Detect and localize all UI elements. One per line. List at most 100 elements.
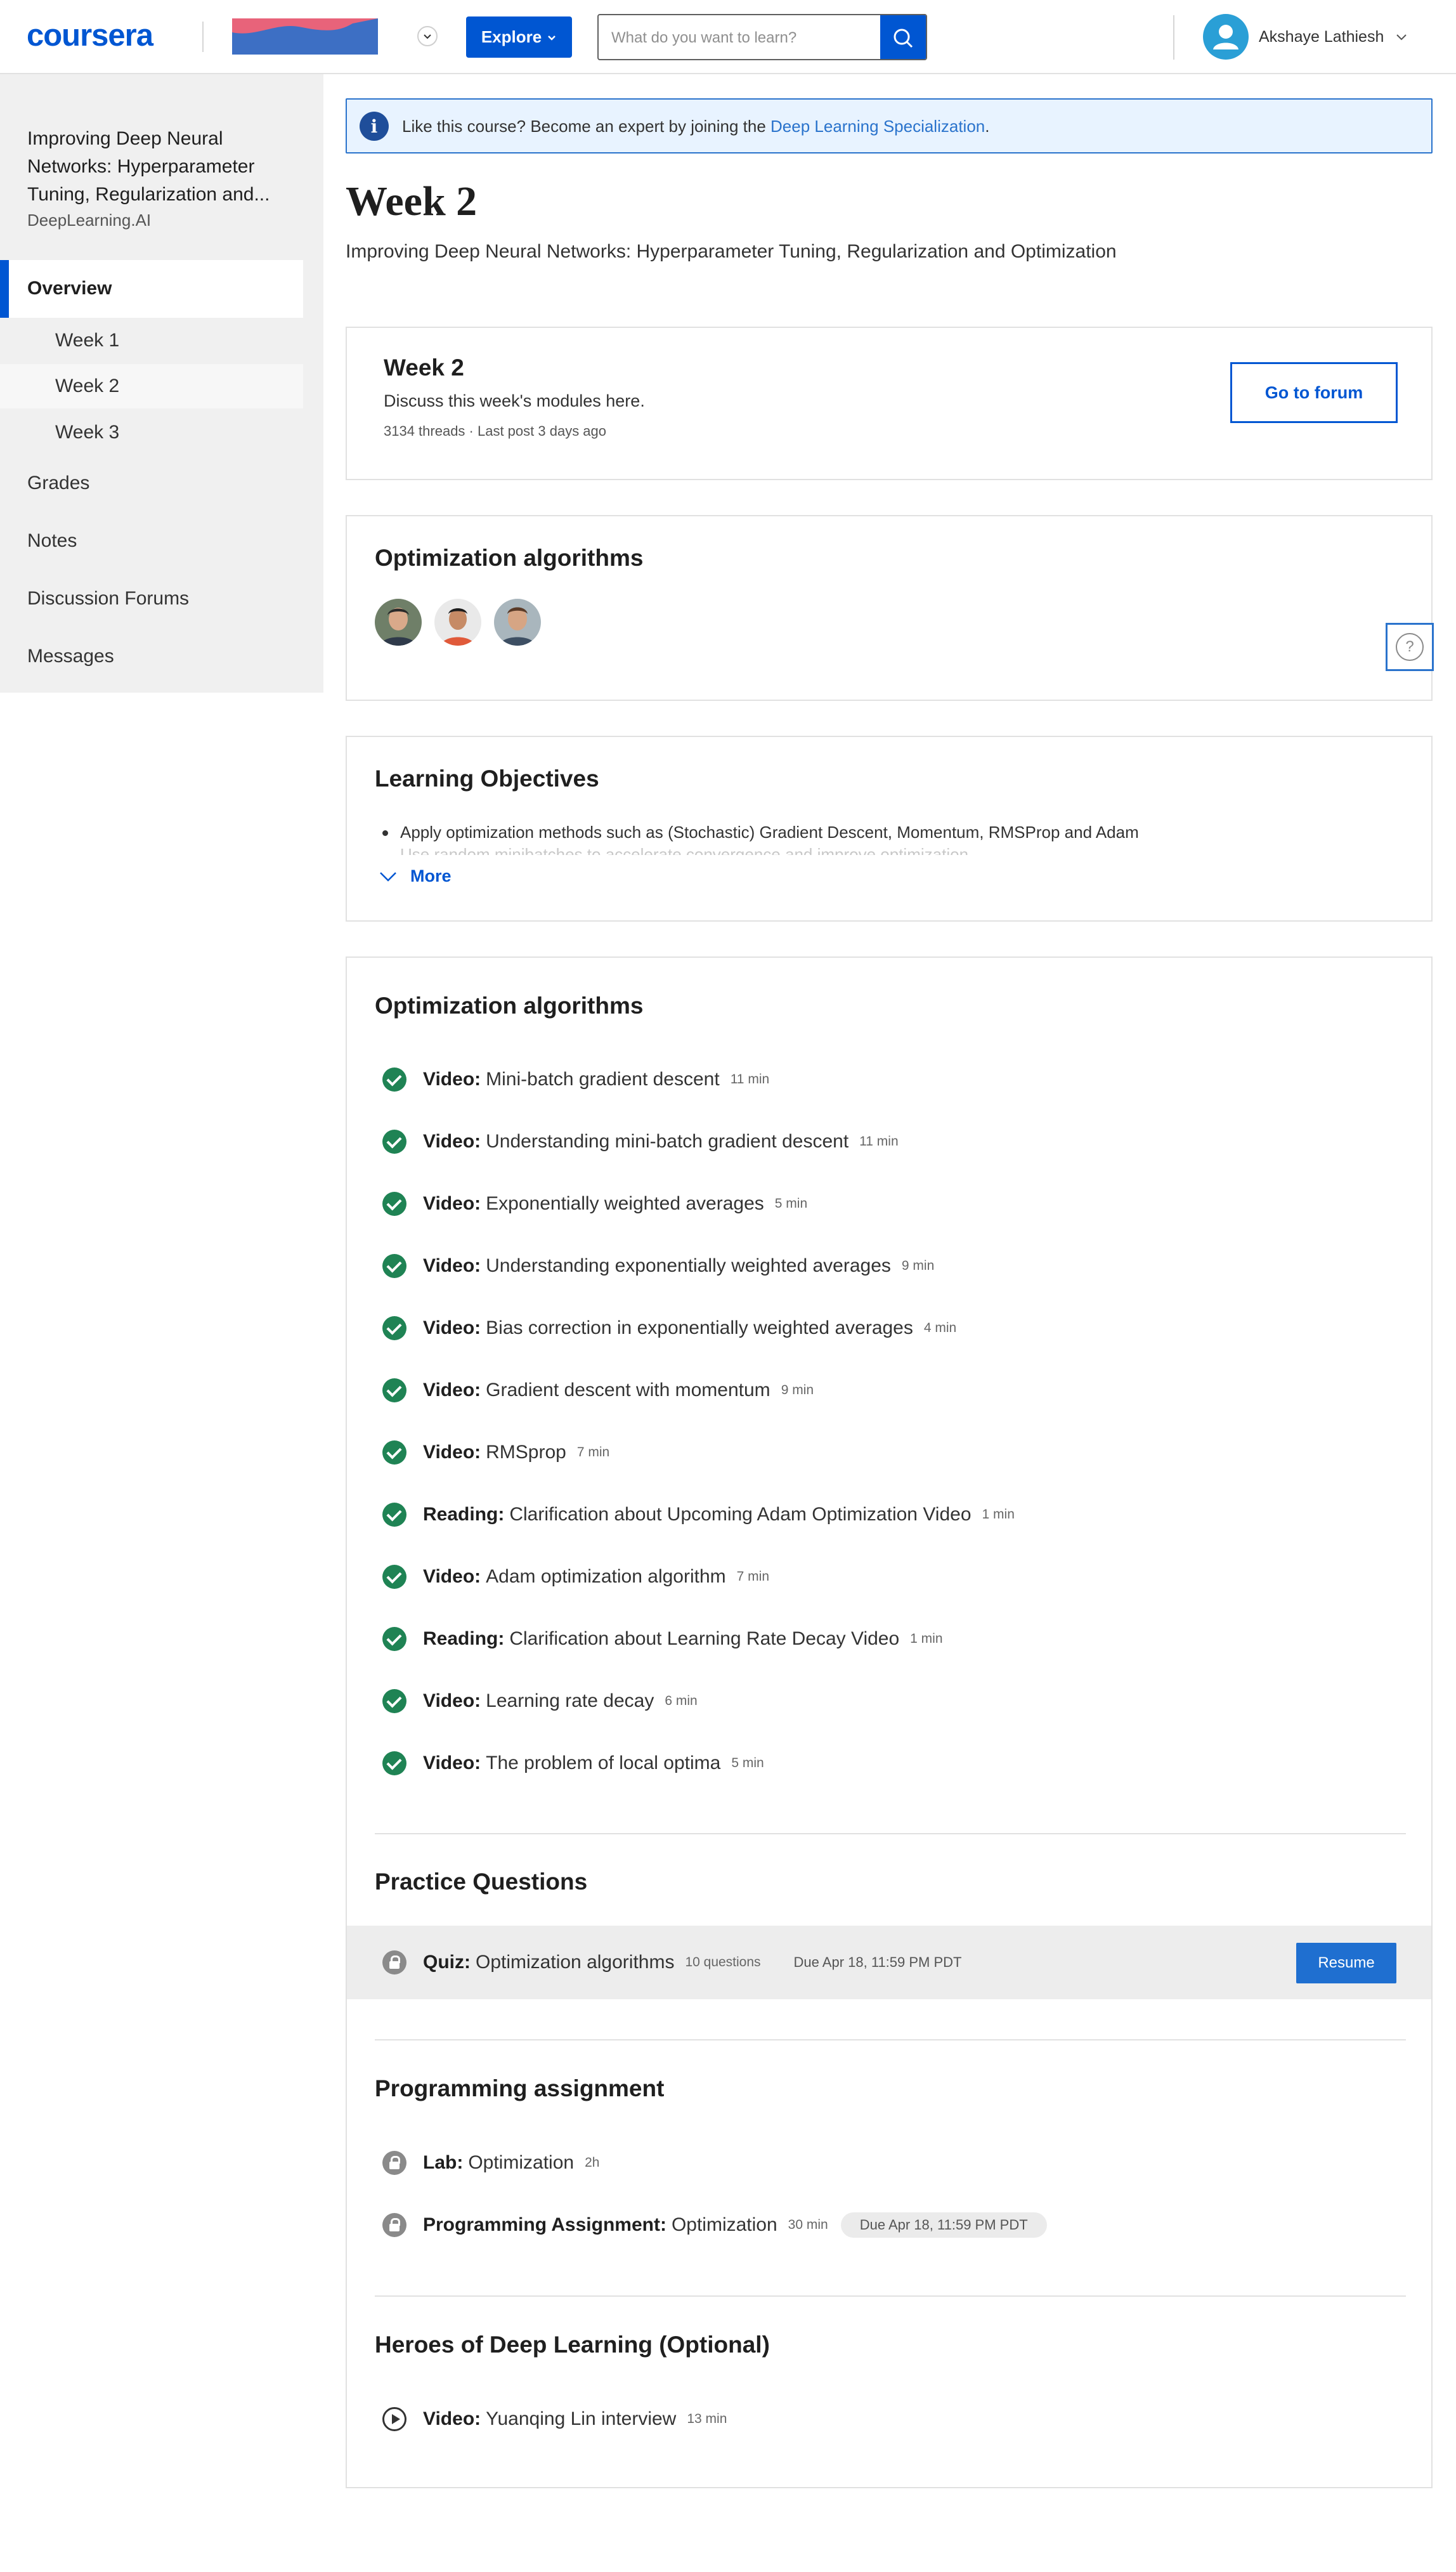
item-name: Learning rate decay <box>486 1690 654 1711</box>
item-name: Understanding mini-batch gradient descen… <box>486 1131 849 1152</box>
search-input[interactable]: What do you want to learn? <box>597 14 927 60</box>
sidebar-item-grades[interactable]: Grades <box>27 473 89 494</box>
item-type: Video: <box>423 1380 481 1400</box>
sidebar-item-notes[interactable]: Notes <box>27 530 77 552</box>
item-type: Lab: <box>423 2152 464 2173</box>
instructor-avatar[interactable] <box>375 599 422 646</box>
go-to-forum-button[interactable]: Go to forum <box>1230 362 1398 423</box>
item-type: Video: <box>423 1753 481 1773</box>
list-item[interactable]: Video: Learning rate decay 6 min <box>382 1687 698 1715</box>
promo-banner-image[interactable] <box>232 18 378 55</box>
list-item[interactable]: Video: Exponentially weighted averages 5 m… <box>382 1190 807 1218</box>
instructor-avatar[interactable] <box>434 599 481 646</box>
item-duration: 4 min <box>923 1321 957 1335</box>
top-header: coursera Explore What do you want to lea… <box>0 0 1456 74</box>
info-text: Like this course? Become an expert by jo… <box>402 117 771 136</box>
item-type: Reading: <box>423 1504 505 1525</box>
check-circle-icon <box>382 1565 406 1589</box>
instructor-avatar[interactable] <box>494 599 541 646</box>
course-org: DeepLearning.AI <box>27 211 152 230</box>
divider <box>375 2039 1406 2040</box>
item-name[interactable]: Optimization algorithms <box>476 1952 674 1973</box>
list-item[interactable]: Reading: Clarification about Learning Rat… <box>382 1625 943 1653</box>
list-item[interactable]: Video: Yuanqing Lin interview 13 min <box>382 2405 727 2433</box>
list-item[interactable]: Reading: Clarification about Upcoming Ada… <box>382 1501 1015 1529</box>
sidebar: Improving Deep Neural Networks: Hyperpar… <box>0 74 323 693</box>
sidebar-item-overview[interactable]: Overview <box>0 260 303 318</box>
header-divider <box>202 22 204 52</box>
item-type: Video: <box>423 1131 481 1152</box>
help-button[interactable]: ? <box>1386 623 1434 671</box>
list-item[interactable]: Video: Mini-batch gradient descent 11 min <box>382 1066 769 1093</box>
objective-item-faded: Use random minibatches to accelerate con… <box>400 846 968 855</box>
section-title: Heroes of Deep Learning (Optional) <box>375 2332 770 2358</box>
page-title: Week 2 <box>346 178 478 225</box>
check-circle-icon <box>382 1254 406 1278</box>
sidebar-item-week-1[interactable]: Week 1 <box>0 318 303 363</box>
item-name: RMSprop <box>486 1442 566 1463</box>
check-circle-icon <box>382 1378 406 1402</box>
chevron-down-icon[interactable] <box>417 26 438 46</box>
item-name: The problem of local optima <box>486 1753 721 1773</box>
list-item[interactable]: Video: Understanding exponentially weight… <box>382 1252 934 1280</box>
item-name: Gradient descent with momentum <box>486 1380 770 1400</box>
sidebar-item-label: Week 2 <box>55 375 120 396</box>
item-type: Video: <box>423 1069 481 1090</box>
item-type: Video: <box>423 1442 481 1463</box>
lock-icon <box>382 1950 406 1975</box>
list-item[interactable]: Video: Adam optimization algorithm 7 min <box>382 1563 769 1591</box>
item-name: Adam optimization algorithm <box>486 1566 726 1587</box>
divider <box>375 2295 1406 2297</box>
item-duration: 1 min <box>910 1631 943 1646</box>
explore-button[interactable]: Explore <box>466 16 572 58</box>
item-type: Video: <box>423 1690 481 1711</box>
info-banner: i Like this course? Become an expert by … <box>346 98 1433 153</box>
item-duration: 9 min <box>781 1383 814 1397</box>
item-duration: 5 min <box>774 1196 808 1211</box>
instructors-card: Optimization algorithms ? <box>346 515 1434 701</box>
page-subtitle: Improving Deep Neural Networks: Hyperpar… <box>346 241 1117 262</box>
objective-item: Apply optimization methods such as (Stoc… <box>382 823 1139 842</box>
list-item[interactable]: Video: Gradient descent with momentum 9 mi… <box>382 1376 814 1404</box>
item-name: Clarification about Learning Rate Decay … <box>509 1628 900 1649</box>
item-type: Video: <box>423 1193 481 1214</box>
quiz-row[interactable]: Quiz: Optimization algorithms 10 questio… <box>347 1926 1431 1999</box>
search-icon <box>894 29 913 48</box>
section-title: Optimization algorithms <box>375 993 644 1019</box>
item-duration: 5 min <box>731 1756 764 1770</box>
course-title[interactable]: Improving Deep Neural Networks: Hyperpar… <box>27 125 300 209</box>
list-item[interactable]: Video: Understanding mini-batch gradient … <box>382 1128 899 1156</box>
search-button[interactable] <box>880 15 926 59</box>
item-type: Quiz: <box>423 1952 471 1973</box>
item-duration: 11 min <box>859 1134 899 1149</box>
sidebar-item-label: Overview <box>27 278 112 299</box>
item-name: Understanding exponentially weighted ave… <box>486 1255 891 1276</box>
item-duration: 1 min <box>982 1507 1015 1522</box>
list-item[interactable]: Video: The problem of local optima 5 min <box>382 1749 764 1777</box>
item-type: Reading: <box>423 1628 505 1649</box>
divider <box>375 1833 1406 1834</box>
sidebar-item-week-2[interactable]: Week 2 <box>0 364 303 408</box>
list-item[interactable]: Video: Bias correction in exponentially w… <box>382 1314 956 1342</box>
item-meta: 10 questions <box>685 1955 761 1969</box>
sidebar-item-discussion-forums[interactable]: Discussion Forums <box>27 588 189 610</box>
user-menu[interactable]: Akshaye Lathiesh <box>1203 14 1409 60</box>
more-toggle[interactable]: More <box>379 866 452 886</box>
sidebar-item-week-3[interactable]: Week 3 <box>0 410 303 455</box>
list-item[interactable]: Programming Assignment: Optimization 30 … <box>382 2211 1047 2239</box>
play-icon <box>382 2407 406 2431</box>
info-icon: i <box>360 112 389 141</box>
item-type: Programming Assignment: <box>423 2214 666 2235</box>
item-name: Optimization <box>468 2152 575 2173</box>
specialization-link[interactable]: Deep Learning Specialization <box>770 117 985 136</box>
list-item[interactable]: Video: RMSprop 7 min <box>382 1439 609 1466</box>
resume-button[interactable]: Resume <box>1296 1943 1396 1983</box>
sidebar-item-messages[interactable]: Messages <box>27 646 114 667</box>
user-name: Akshaye Lathiesh <box>1259 27 1384 46</box>
info-text-end: . <box>985 117 990 136</box>
forum-description: Discuss this week's modules here. <box>384 391 645 410</box>
list-item[interactable]: Lab: Optimization 2h <box>382 2149 599 2177</box>
avatar <box>1203 14 1249 60</box>
coursera-logo[interactable]: coursera <box>27 18 153 53</box>
section-title: Programming assignment <box>375 2075 665 2101</box>
